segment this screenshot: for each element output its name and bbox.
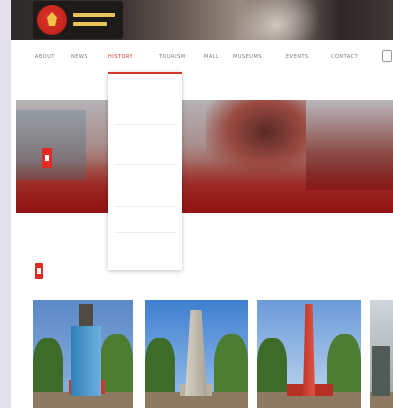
banner-overlay [16, 160, 393, 213]
emblem-icon [37, 5, 67, 35]
gallery-card-4[interactable] [370, 300, 393, 408]
main-nav: ABOUT NEWS HISTORY TOURISM MALL MUSEUMS … [11, 44, 393, 70]
gallery-card-1[interactable] [33, 300, 133, 408]
nav-item-news[interactable]: NEWS [71, 53, 101, 61]
section-emblem-icon [35, 263, 43, 279]
gallery-card-3[interactable] [257, 300, 361, 408]
tree-shape [214, 334, 248, 400]
monument-shape [372, 346, 390, 396]
dropdown-divider [114, 124, 176, 125]
tree-shape [145, 338, 175, 398]
page-left-strip [0, 0, 11, 408]
dropdown-divider [114, 232, 176, 233]
hero-banner [16, 100, 393, 213]
tree-shape [33, 338, 63, 398]
nav-item-contact[interactable]: CONTACT [331, 53, 367, 61]
nav-item-museums[interactable]: MUSEUMS [233, 53, 277, 61]
site-logo[interactable] [33, 1, 123, 39]
monument-shape [71, 304, 101, 396]
logo-line-1 [73, 13, 115, 17]
banner-emblem-icon [42, 148, 52, 168]
nav-item-events[interactable]: EVENTS [286, 53, 322, 61]
dropdown-divider [114, 206, 176, 207]
nav-item-mall[interactable]: MALL [204, 53, 226, 61]
nav-item-about[interactable]: ABOUT [35, 53, 61, 61]
gallery-card-2[interactable] [145, 300, 248, 408]
nav-item-tourism[interactable]: TOURISM [159, 53, 195, 61]
logo-line-2 [73, 22, 107, 26]
search-icon[interactable] [382, 50, 392, 62]
tree-shape [257, 338, 287, 398]
nav-item-history[interactable]: HISTORY [108, 53, 150, 61]
history-dropdown-menu [108, 72, 182, 270]
dropdown-divider [114, 164, 176, 165]
site-header [11, 0, 393, 40]
